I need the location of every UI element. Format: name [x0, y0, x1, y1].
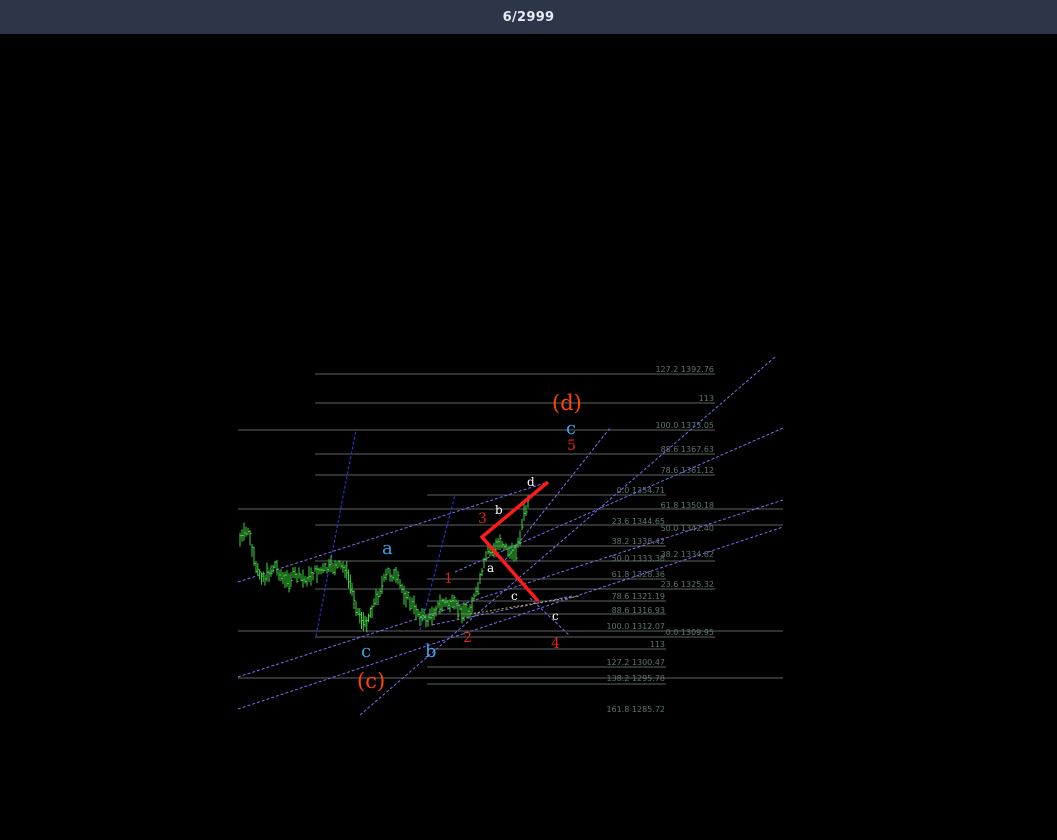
fib-label: 100.0 1312.07: [606, 622, 665, 631]
wave-label-a-white: a: [487, 561, 494, 575]
fib-label: 50.0 1333.38: [612, 554, 665, 563]
wave-label-d-white: d: [527, 475, 535, 489]
chart-viewport: 127.2 1392.76 113 100.0 1373.05 88.6 136…: [0, 34, 1057, 840]
fib-label: 38.2 1338.42: [612, 537, 665, 546]
fib-label: 161.8 1285.72: [606, 705, 665, 714]
top-bar: 6/2999: [0, 0, 1057, 34]
channel-line: [237, 481, 549, 583]
wave-label-d-paren: (d): [552, 391, 582, 415]
fib-label: 100.0 1373.05: [655, 421, 714, 430]
fib-label: 88.6 1316.93: [612, 606, 665, 615]
fib-label: 61.8 1350.18: [661, 501, 714, 510]
channel-lines: [237, 356, 784, 716]
fib-labels: 127.2 1392.76 113 100.0 1373.05 88.6 136…: [606, 365, 714, 714]
fib-label: 23.6 1344.65: [612, 517, 665, 526]
wave-label-c-white: c: [511, 589, 518, 603]
fib-label: 23.6 1325.32: [661, 580, 714, 589]
image-counter: 6/2999: [502, 9, 555, 25]
fib-label: 127.2 1392.76: [655, 365, 714, 374]
fib-label: 38.2 1334.82: [661, 550, 714, 559]
fib-label: 113: [650, 640, 665, 649]
trend-line: [315, 429, 357, 637]
wave-label-b-blue: b: [425, 641, 437, 662]
wave-label-b-white: b: [495, 503, 503, 517]
trend-lines: [315, 429, 456, 637]
fib-label: 0.0 1309.95: [666, 628, 714, 637]
elliott-wave-chart: 127.2 1392.76 113 100.0 1373.05 88.6 136…: [237, 356, 784, 716]
wave-label-3: 3: [478, 511, 487, 527]
wave-label-c-white-2: c: [552, 609, 559, 623]
wave-label-c-blue: c: [361, 641, 371, 662]
fib-label: 78.6 1361.12: [661, 466, 714, 475]
fib-label: 88.6 1367.63: [661, 445, 714, 454]
fib-label: 113: [699, 394, 714, 403]
wave-label-c-paren: (c): [357, 669, 385, 693]
fib-label: 138.2 1295.78: [606, 674, 665, 683]
wave-label-c-top: c: [566, 418, 576, 439]
wave-label-5: 5: [567, 438, 576, 454]
fib-label: 127.2 1300.47: [606, 658, 665, 667]
yellow-line: [469, 595, 581, 615]
wave-label-4: 4: [551, 636, 560, 652]
fib-label: 78.6 1321.19: [612, 592, 665, 601]
fib-label: 61.8 1328.36: [612, 570, 665, 579]
channel-line: [504, 427, 611, 561]
wave-labels: (d) (c) c a c b 5 3 1 2 4 d b a c c: [357, 391, 582, 693]
wave-label-1: 1: [444, 571, 453, 587]
wave-label-2: 2: [463, 630, 472, 646]
wave-label-a-blue: a: [382, 538, 393, 559]
